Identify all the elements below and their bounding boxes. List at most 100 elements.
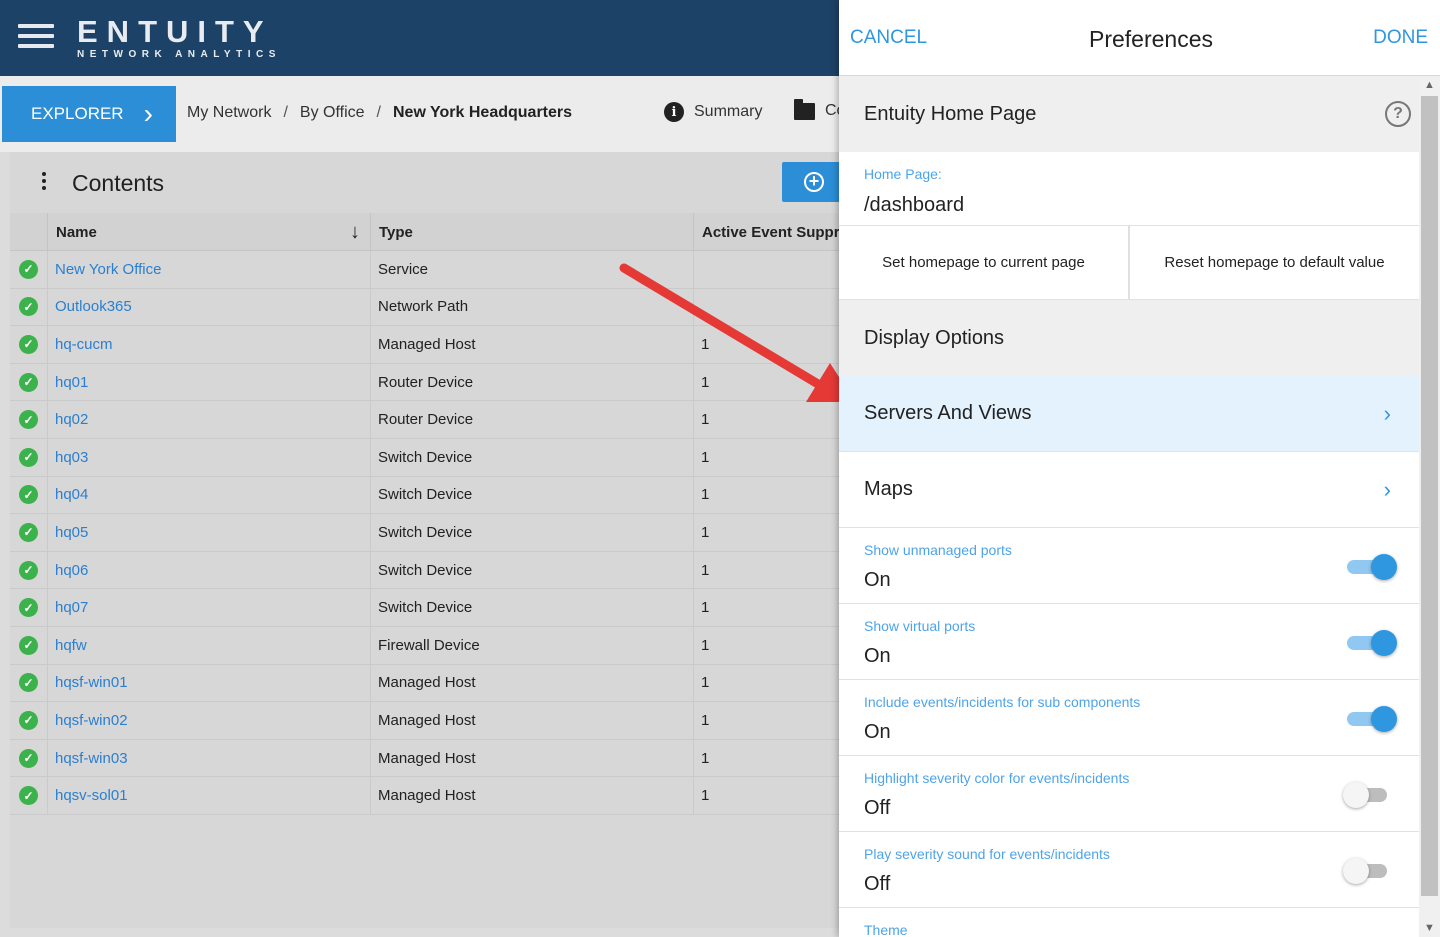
status-ok-icon: ✓ xyxy=(19,522,38,542)
table-row[interactable]: ✓ hq03 Switch Device 1 xyxy=(10,438,840,477)
type-cell: Service xyxy=(371,251,694,288)
kebab-icon[interactable] xyxy=(38,172,50,194)
table-row[interactable]: ✓ hqfw Firewall Device 1 xyxy=(10,626,840,665)
status-ok-icon: ✓ xyxy=(19,259,38,279)
table-row[interactable]: ✓ hq01 Router Device 1 xyxy=(10,363,840,402)
table-row[interactable]: ✓ hq02 Router Device 1 xyxy=(10,401,840,439)
toggle-switch[interactable] xyxy=(1347,706,1397,732)
home-page-value[interactable]: /dashboard xyxy=(864,194,1394,217)
name-link[interactable]: hqsf-win03 xyxy=(55,750,128,767)
help-icon[interactable]: ? xyxy=(1385,101,1411,127)
name-link[interactable]: hqsv-sol01 xyxy=(55,787,128,804)
toggle-knob xyxy=(1343,782,1369,808)
breadcrumb-item-by-office[interactable]: By Office xyxy=(300,104,365,122)
toggle-knob xyxy=(1343,858,1369,884)
maps-item[interactable]: Maps › xyxy=(839,452,1419,528)
status-cell: ✓ xyxy=(10,476,48,514)
contents-title: Contents xyxy=(72,170,165,196)
cancel-button[interactable]: CANCEL xyxy=(850,27,927,49)
status-ok-icon: ✓ xyxy=(19,635,38,655)
toggle-switch[interactable] xyxy=(1347,630,1397,656)
name-link[interactable]: hq06 xyxy=(55,562,88,579)
toggle-switch[interactable] xyxy=(1343,858,1391,884)
set-homepage-button[interactable]: Set homepage to current page xyxy=(839,226,1128,299)
toggle-value: Off xyxy=(864,873,891,895)
table-row[interactable]: ✓ hq06 Switch Device 1 xyxy=(10,551,840,590)
toggle-switch[interactable] xyxy=(1347,554,1397,580)
name-cell: hq04 xyxy=(48,476,371,514)
home-page-field[interactable]: Home Page: /dashboard xyxy=(839,152,1419,226)
name-link[interactable]: hq04 xyxy=(55,486,88,503)
sort-down-icon[interactable]: ↓ xyxy=(350,221,360,244)
add-circle-icon: + xyxy=(804,172,824,192)
table-row[interactable]: ✓ Outlook365 Network Path xyxy=(10,288,840,327)
breadcrumb-item-current: New York Headquarters xyxy=(392,104,573,121)
toggle-value: Off xyxy=(864,797,891,819)
table-row[interactable]: ✓ hq-cucm Managed Host 1 xyxy=(10,326,840,364)
name-link[interactable]: hqsf-win01 xyxy=(55,674,128,691)
table-row[interactable]: ✓ hq04 Switch Device 1 xyxy=(10,476,840,515)
name-cell: hq05 xyxy=(48,514,371,551)
table-row[interactable]: ✓ hqsf-win01 Managed Host 1 xyxy=(10,664,840,703)
name-cell: hqfw xyxy=(48,626,371,664)
column-name[interactable]: Name ↓ xyxy=(48,213,371,251)
explorer-button[interactable]: EXPLORER › xyxy=(2,86,176,142)
name-link[interactable]: New York Office xyxy=(55,261,161,278)
servers-and-views-item[interactable]: Servers And Views › xyxy=(839,376,1419,452)
active-event-cell: 1 xyxy=(701,636,710,654)
table-row[interactable]: ✓ hqsf-win03 Managed Host 1 xyxy=(10,739,840,778)
name-link[interactable]: hq05 xyxy=(55,524,88,541)
toggle-knob xyxy=(1371,630,1397,656)
status-ok-icon: ✓ xyxy=(19,447,38,467)
name-link[interactable]: hq-cucm xyxy=(55,336,113,353)
tab-contents[interactable]: Co xyxy=(794,98,845,120)
name-link[interactable]: Outlook365 xyxy=(55,298,132,315)
toggle-switch[interactable] xyxy=(1343,782,1391,808)
table-row[interactable]: ✓ hqsv-sol01 Managed Host 1 xyxy=(10,777,840,815)
active-event-cell: 1 xyxy=(701,599,710,617)
name-link[interactable]: hqfw xyxy=(55,637,87,654)
tab-summary-label: Summary xyxy=(694,103,763,120)
status-ok-icon: ✓ xyxy=(19,372,38,392)
toggle-label: Show unmanaged ports xyxy=(864,542,1012,558)
toggle-value: On xyxy=(864,645,891,667)
name-link[interactable]: hq01 xyxy=(55,374,88,391)
section-display-options: Display Options xyxy=(839,300,1419,376)
breadcrumb-item-my-network[interactable]: My Network xyxy=(187,104,271,122)
done-button[interactable]: DONE xyxy=(1373,27,1428,49)
maps-label: Maps xyxy=(864,478,913,500)
table-row[interactable]: ✓ hq07 Switch Device 1 xyxy=(10,589,840,627)
name-link[interactable]: hq02 xyxy=(55,411,88,428)
table-row[interactable]: ✓ New York Office Service xyxy=(10,251,840,289)
theme-field[interactable]: Theme xyxy=(839,908,1419,937)
status-ok-icon: ✓ xyxy=(19,786,38,806)
table-row[interactable]: ✓ hq05 Switch Device 1 xyxy=(10,514,840,552)
type-cell: Managed Host xyxy=(371,326,694,363)
toggle-row: Highlight severity color for events/inci… xyxy=(839,756,1419,832)
tab-summary[interactable]: i Summary xyxy=(664,102,762,122)
column-active-event[interactable]: Active Event Suppres xyxy=(694,213,840,251)
scrollbar-thumb[interactable] xyxy=(1421,96,1438,896)
name-link[interactable]: hq07 xyxy=(55,599,88,616)
name-link[interactable]: hq03 xyxy=(55,449,88,466)
logo-subtext: NETWORK ANALYTICS xyxy=(77,49,281,60)
type-cell: Managed Host xyxy=(371,702,694,739)
scrollbar[interactable]: ▲ ▼ xyxy=(1419,76,1440,937)
type-cell: Managed Host xyxy=(371,777,694,814)
column-type[interactable]: Type xyxy=(371,213,694,251)
reset-homepage-button[interactable]: Reset homepage to default value xyxy=(1128,226,1419,299)
hamburger-icon[interactable] xyxy=(18,24,54,50)
breadcrumb-separator: / xyxy=(283,104,288,121)
toggle-label: Play severity sound for events/incidents xyxy=(864,846,1110,862)
name-cell: hqsf-win02 xyxy=(48,702,371,739)
status-cell: ✓ xyxy=(10,589,48,626)
status-cell: ✓ xyxy=(10,777,48,814)
scroll-up-icon[interactable]: ▲ xyxy=(1419,76,1440,94)
name-cell: hq07 xyxy=(48,589,371,626)
scroll-down-icon[interactable]: ▼ xyxy=(1419,919,1440,937)
toggle-row: Show unmanaged ports On xyxy=(839,528,1419,604)
add-button[interactable]: + xyxy=(782,162,842,202)
table-row[interactable]: ✓ hqsf-win02 Managed Host 1 xyxy=(10,702,840,740)
name-link[interactable]: hqsf-win02 xyxy=(55,712,128,729)
theme-label: Theme xyxy=(864,922,908,937)
